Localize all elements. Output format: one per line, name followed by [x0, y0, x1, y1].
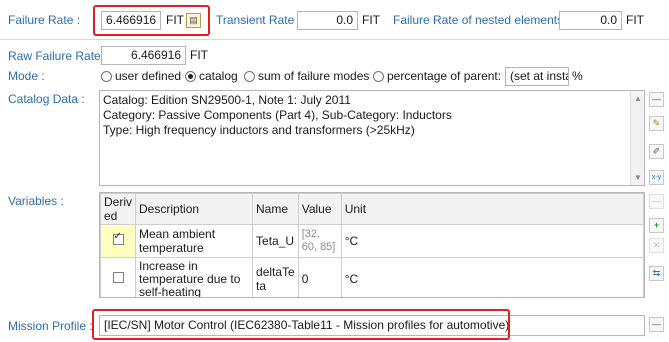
catalog-scrollbar[interactable]: ▲ ▼ — [630, 91, 644, 185]
highlight-failure-rate — [93, 5, 210, 36]
highlight-mission-profile — [92, 309, 510, 340]
radio-catalog-label[interactable]: catalog — [199, 69, 238, 83]
xy-icon[interactable]: x-y — [649, 170, 664, 185]
divider — [0, 39, 669, 40]
header-value[interactable]: Value — [297, 193, 342, 225]
scroll-up-icon[interactable]: ▲ — [634, 94, 642, 103]
name-cell: Teta_U — [252, 224, 299, 258]
transient-rate-field[interactable]: 0.0 — [297, 11, 358, 30]
header-unit[interactable]: Unit — [340, 193, 644, 225]
raw-failure-rate-unit: FIT — [190, 48, 208, 62]
catalog-line: Catalog: Edition SN29500-1, Note 1: July… — [103, 93, 351, 107]
value-cell[interactable]: 0 — [297, 257, 342, 297]
derived-cell[interactable] — [100, 257, 137, 297]
table-header-row: Deriv ed Description Name Value Unit — [100, 193, 644, 225]
radio-sum-failure-modes[interactable] — [244, 71, 255, 82]
header-description[interactable]: Description — [135, 193, 254, 225]
derived-checkbox[interactable] — [112, 231, 124, 245]
mission-profile-label: Mission Profile : — [8, 319, 93, 333]
catalog-line: Type: High frequency inductors and trans… — [103, 123, 415, 137]
name-cell: deltaTe ta — [252, 257, 299, 297]
unit-cell: °C — [340, 224, 644, 258]
radio-percentage-parent-label[interactable]: percentage of parent: — [387, 69, 501, 83]
move-variable-icon[interactable]: ⇆ — [649, 266, 664, 281]
catalog-data-textarea[interactable]: Catalog: Edition SN29500-1, Note 1: July… — [99, 90, 645, 186]
remove-variable-icon[interactable]: — — [649, 194, 664, 209]
radio-user-defined[interactable] — [101, 71, 112, 82]
table-row[interactable]: Mean ambient temperature Teta_U [32, 60,… — [100, 224, 644, 258]
catalog-line: Category: Passive Components (Part 4), S… — [103, 108, 452, 122]
edit-catalog-icon[interactable]: ✎ — [649, 116, 664, 131]
pencil-icon[interactable]: ✐ — [649, 144, 664, 159]
variables-table: Deriv ed Description Name Value Unit Mea… — [100, 193, 644, 297]
table-row[interactable]: Increase in temperature due to self-heat… — [100, 257, 644, 297]
catalog-data-label: Catalog Data : — [8, 92, 85, 106]
percentage-field[interactable]: (set at instan — [505, 67, 569, 86]
header-name[interactable]: Name — [252, 193, 299, 225]
scroll-down-icon[interactable]: ▼ — [634, 173, 642, 182]
description-cell: Mean ambient temperature — [135, 224, 254, 258]
remove-catalog-icon[interactable]: — — [649, 92, 664, 107]
variables-label: Variables : — [8, 194, 64, 208]
description-cell: Increase in temperature due to self-heat… — [135, 257, 254, 297]
delete-variable-icon[interactable]: ✕ — [649, 238, 664, 253]
radio-catalog[interactable] — [185, 71, 196, 82]
derived-cell[interactable] — [100, 224, 137, 258]
failure-rate-label: Failure Rate : — [8, 13, 81, 27]
transient-rate-unit: FIT — [362, 13, 380, 27]
radio-sum-failure-modes-label[interactable]: sum of failure modes — [258, 69, 369, 83]
derived-checkbox[interactable] — [112, 272, 124, 283]
variables-table-container: Deriv ed Description Name Value Unit Mea… — [99, 192, 645, 298]
raw-failure-rate-field[interactable]: 6.466916 — [101, 46, 186, 65]
percent-sign: % — [572, 69, 583, 83]
header-derived[interactable]: Deriv ed — [100, 193, 137, 225]
add-variable-icon[interactable]: + — [649, 218, 664, 233]
raw-failure-rate-label: Raw Failure Rate : — [8, 49, 108, 63]
radio-user-defined-label[interactable]: user defined — [115, 69, 181, 83]
mission-profile-browse-icon[interactable]: — — [649, 317, 664, 332]
nested-rate-field[interactable]: 0.0 — [559, 11, 622, 30]
nested-rate-label: Failure Rate of nested elements : — [393, 13, 570, 27]
nested-rate-unit: FIT — [626, 13, 644, 27]
value-cell[interactable]: [32, 60, 85] — [297, 224, 342, 258]
unit-cell: °C — [340, 257, 644, 297]
mode-label: Mode : — [8, 69, 45, 83]
radio-percentage-parent[interactable] — [373, 71, 384, 82]
transient-rate-label: Transient Rate : — [216, 13, 301, 27]
